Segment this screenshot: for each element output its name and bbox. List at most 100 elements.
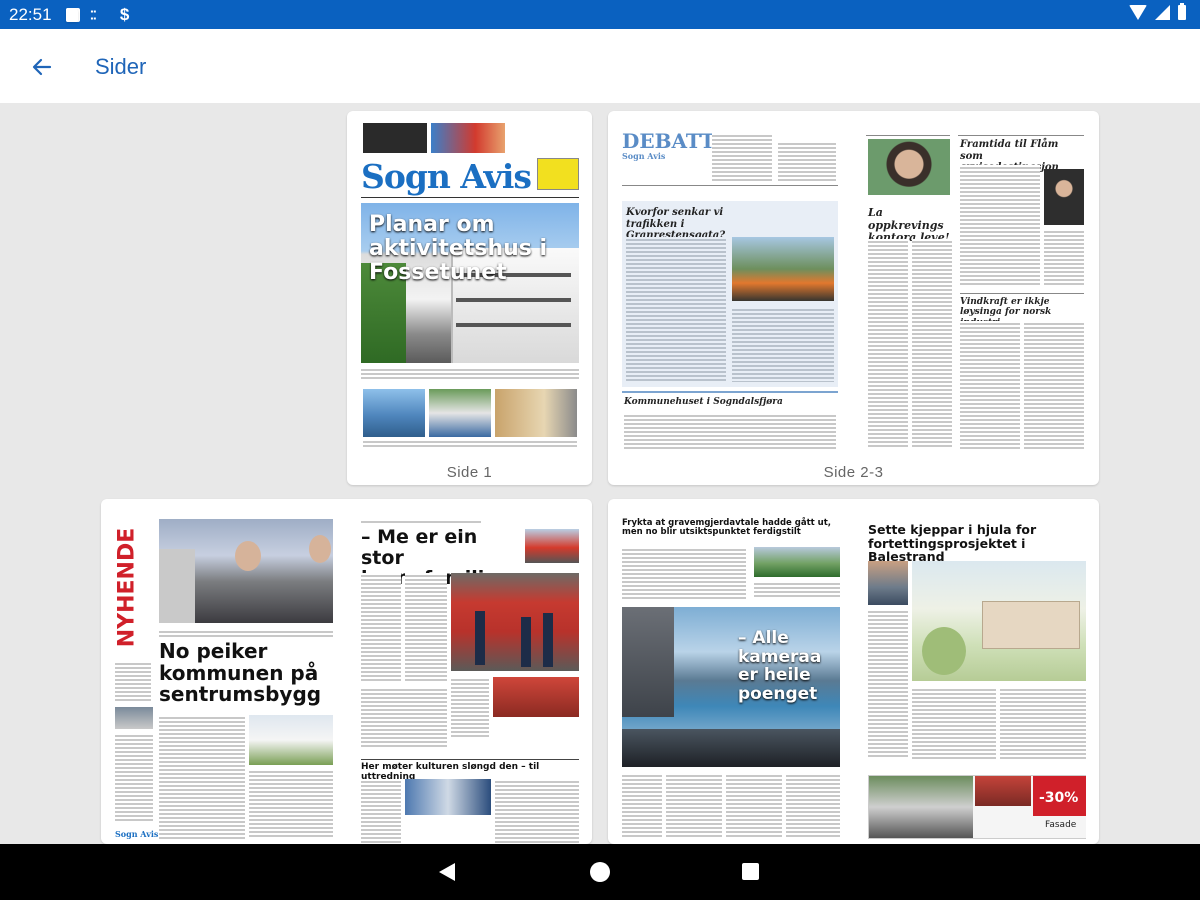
page-thumbnail-side-6-7[interactable]: Frykta at gravemgjerdavtale hadde gått u…: [608, 499, 1099, 844]
feature-box: Kvorfor senkar vi trafikken i Granresten…: [622, 201, 838, 387]
divider: [361, 759, 579, 760]
text-column: [624, 413, 836, 449]
section-subtitle: Sogn Avis: [622, 151, 666, 161]
ad-discount: -30%: [1039, 790, 1079, 806]
text-column: [249, 769, 333, 839]
text-column: [960, 321, 1020, 449]
right-page: Sette kjeppar i hjula for fortettingspro…: [866, 511, 1086, 844]
page-label: Side 1: [446, 464, 493, 481]
page-title: Sider: [95, 54, 147, 79]
promo-photo: [429, 389, 491, 437]
page-grid: Sogn Avis Planar om aktivitetshus i Foss…: [0, 103, 1200, 844]
promo-photo: [363, 389, 425, 437]
divider: [960, 293, 1084, 294]
text-column: [726, 773, 782, 839]
fire-truck-photo: [525, 529, 579, 563]
section-label: NYHENDE: [115, 517, 139, 657]
masthead-banner: [537, 158, 579, 190]
news-photo: [405, 779, 491, 815]
text-column: [361, 779, 401, 843]
signal-icon: [1155, 5, 1170, 20]
text-column: [622, 547, 746, 599]
text-column: [159, 629, 333, 637]
ad-brand: Fasade: [1045, 820, 1077, 830]
text-column: [960, 165, 1040, 285]
arrow-left-icon: [32, 58, 52, 76]
news-headline: No peiker kommunen på sentrumsbygg: [159, 639, 322, 707]
text-column: [451, 677, 489, 737]
text-column: [1044, 229, 1084, 285]
text-column: [115, 661, 151, 701]
left-page: NYHENDE No peiker kommunen på sentrumsby…: [115, 511, 333, 844]
page-label: Side 2-3: [823, 464, 884, 481]
footer-masthead: Sogn Avis: [115, 829, 159, 839]
text-column: [361, 687, 447, 747]
promo-image: [363, 123, 427, 153]
text-column: [868, 239, 908, 449]
divider: [361, 197, 579, 198]
nav-back-icon[interactable]: [439, 863, 455, 881]
page-thumbnail-side-2-3[interactable]: DEBATT Sogn Avis Kvorfor senkar vi trafi…: [608, 111, 1099, 485]
text-column: [363, 439, 577, 449]
text-column: [868, 609, 908, 759]
fire-station-photo: [451, 573, 579, 671]
text-column: [1000, 687, 1086, 759]
battery-icon: [1178, 3, 1186, 20]
promo-image: [431, 123, 505, 153]
portrait-photo: [1044, 169, 1084, 225]
text-column: [622, 773, 662, 839]
promo-photo: [495, 389, 577, 437]
text-column: [732, 307, 834, 382]
text-column: [778, 141, 836, 181]
news-photo: [249, 715, 333, 765]
text-column: [912, 687, 996, 759]
news-photo: [159, 519, 333, 623]
text-column: [786, 773, 840, 839]
page-thumbnail-side-4-5[interactable]: NYHENDE No peiker kommunen på sentrumsby…: [101, 499, 592, 844]
news-headline: Sette kjeppar i hjula for fortettingspro…: [868, 522, 1037, 564]
divider: [958, 135, 1084, 136]
illustration: [912, 561, 1086, 681]
right-page: La oppkrevings kontora leve! Framtida ti…: [866, 121, 1086, 451]
front-page: Sogn Avis Planar om aktivitetshus i Foss…: [361, 121, 579, 451]
section-tag: DEBATT: [622, 129, 715, 153]
text-column: [495, 779, 579, 843]
status-time: 22:51: [9, 4, 52, 24]
nav-recents-icon[interactable]: [742, 863, 759, 880]
advertisement: -30% Fasade: [868, 775, 1086, 839]
text-column: [626, 237, 726, 382]
news-icon: ▪▪ ▪▪: [90, 6, 97, 23]
news-photo: [115, 707, 153, 729]
dollar-icon: $: [119, 4, 130, 24]
text-column: [712, 133, 772, 181]
nav-home-icon[interactable]: [590, 862, 610, 882]
front-headline: Planar om aktivitetshus i Fossetunet: [369, 212, 548, 286]
divider: [866, 135, 950, 136]
status-bar: 22:51 ▪▪ ▪▪ $: [0, 0, 1200, 29]
feature-headline: – Alle kameraa er heile poenget: [738, 628, 822, 705]
debate-bottom-headline: Kommunehuset i Sogndalsfjøra: [624, 397, 783, 407]
page-thumbnail-side-1[interactable]: Sogn Avis Planar om aktivitetshus i Foss…: [347, 111, 592, 485]
text-column: [115, 733, 153, 823]
text-column: [361, 519, 481, 525]
news-photo: [754, 547, 840, 577]
text-column: [159, 715, 245, 840]
text-column: [405, 573, 447, 683]
divider: [622, 391, 838, 393]
system-nav-bar: [0, 844, 1200, 900]
text-column: [1024, 321, 1084, 449]
portrait-photo: [868, 561, 908, 605]
left-page: DEBATT Sogn Avis Kvorfor senkar vi trafi…: [622, 121, 838, 451]
text-column: [754, 581, 840, 599]
text-column: [666, 773, 722, 839]
masthead: Sogn Avis: [361, 157, 532, 196]
text-column: [361, 573, 401, 683]
news-headline: Frykta at gravemgjerdavtale hadde gått u…: [622, 518, 832, 538]
notification-icons: ▪▪ ▪▪ $: [65, 4, 132, 24]
right-page: – Me er ein stor brannfamilie Her møter …: [359, 511, 581, 844]
left-page: Frykta at gravemgjerdavtale hadde gått u…: [622, 511, 840, 844]
portrait-photo: [868, 139, 950, 195]
text-column: [361, 367, 579, 381]
back-button[interactable]: [24, 49, 60, 85]
system-icons: [1129, 3, 1186, 20]
